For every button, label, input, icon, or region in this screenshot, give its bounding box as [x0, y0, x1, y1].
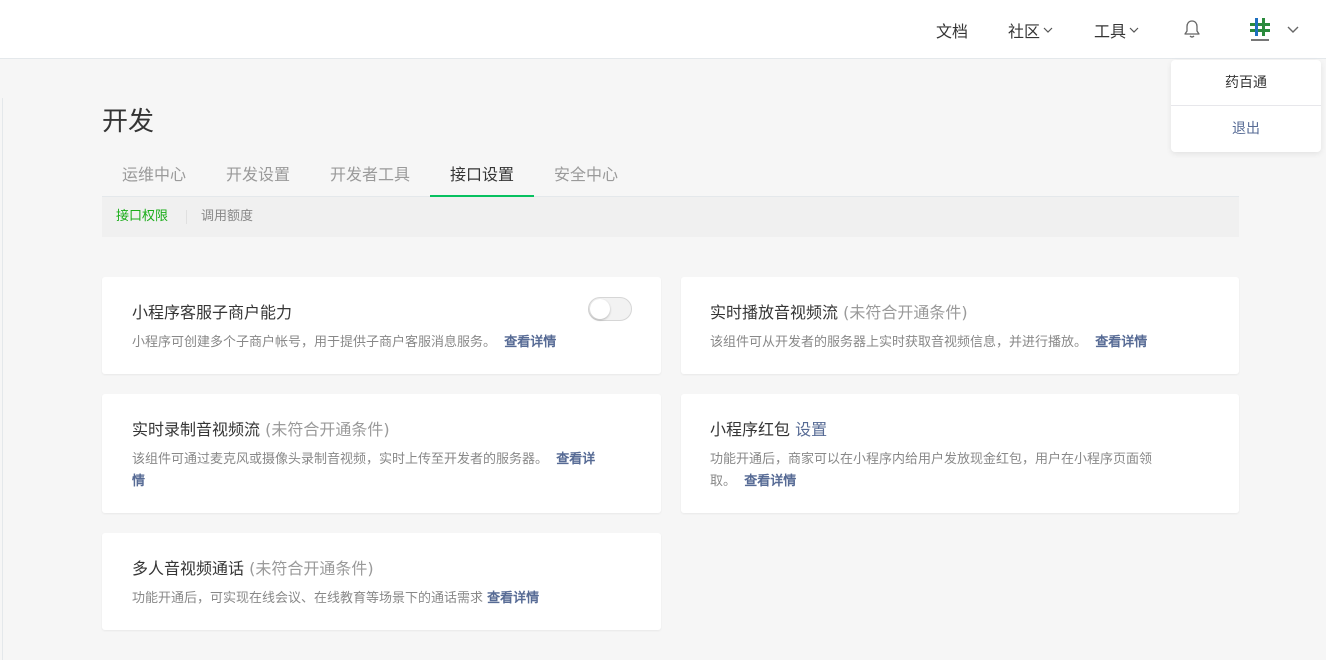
- card-title: 实时录制音视频流 (未符合开通条件): [132, 416, 390, 440]
- card-red-packet: 小程序红包 设置 功能开通后，商家可以在小程序内给用户发放现金红包，用户在小程序…: [681, 394, 1239, 513]
- view-details-link-wrap[interactable]: 情: [132, 474, 145, 489]
- card-title-text: 小程序客服子商户能力: [132, 303, 293, 322]
- tab-bar: 运维中心 开发设置 开发者工具 接口设置 安全中心: [102, 157, 1239, 197]
- card-desc-line: 该组件可通过麦克风或摄像头录制音视频，实时上传至开发者的服务器。 查看详: [132, 449, 595, 471]
- subtab-call-quota[interactable]: 调用额度: [201, 197, 253, 237]
- card-title-text: 小程序红包: [710, 420, 791, 439]
- card-desc-text: 取。: [710, 474, 737, 489]
- toggle-knob: [590, 299, 610, 319]
- card-desc-text: 该组件可通过麦克风或摄像头录制音视频，实时上传至开发者的服务器。: [132, 452, 549, 467]
- sidebar-divider: [2, 98, 3, 660]
- chevron-down-icon: [1129, 27, 1139, 33]
- logout-button[interactable]: 退出: [1171, 106, 1321, 152]
- card-live-play: 实时播放音视频流 (未符合开通条件) 该组件可从开发者的服务器上实时获取音视频信…: [681, 277, 1239, 374]
- card-description: 该组件可从开发者的服务器上实时获取音视频信息，并进行播放。 查看详情: [710, 332, 1147, 354]
- card-title: 多人音视频通话 (未符合开通条件): [132, 555, 374, 579]
- chevron-down-icon: [1043, 27, 1053, 33]
- status-label: (未符合开通条件): [249, 559, 374, 578]
- card-title-text: 实时播放音视频流: [710, 303, 839, 322]
- view-details-link[interactable]: 查看详情: [744, 474, 796, 489]
- page-title: 开发: [102, 107, 155, 137]
- card-desc-text: 该组件可从开发者的服务器上实时获取音视频信息，并进行播放。: [710, 335, 1088, 350]
- chevron-down-icon[interactable]: [1286, 22, 1300, 36]
- cs-merchant-toggle[interactable]: [588, 297, 632, 321]
- card-title-text: 多人音视频通话: [132, 559, 245, 578]
- nav-tools-label[interactable]: 工具: [1094, 18, 1126, 42]
- nav-docs[interactable]: 文档: [936, 0, 968, 59]
- nav-community-label[interactable]: 社区: [1008, 18, 1040, 42]
- card-desc-line: 情: [132, 471, 595, 493]
- status-label: (未符合开通条件): [265, 420, 390, 439]
- card-description: 功能开通后，可实现在线会议、在线教育等场景下的通话需求 查看详情: [132, 588, 539, 610]
- tab-dev-tools[interactable]: 开发者工具: [310, 157, 430, 197]
- view-details-link[interactable]: 查看详情: [504, 335, 556, 350]
- settings-link[interactable]: 设置: [795, 420, 827, 439]
- subtab-bar: 接口权限 调用额度: [102, 197, 1239, 237]
- tab-api-settings[interactable]: 接口设置: [430, 157, 534, 197]
- status-label: (未符合开通条件): [843, 303, 968, 322]
- card-description: 该组件可通过麦克风或摄像头录制音视频，实时上传至开发者的服务器。 查看详 情: [132, 449, 595, 493]
- card-title: 实时播放音视频流 (未符合开通条件): [710, 299, 968, 323]
- nav-tools[interactable]: 工具: [1094, 0, 1139, 59]
- account-menu: 药百通 退出: [1171, 60, 1321, 152]
- nav-docs-label[interactable]: 文档: [936, 18, 968, 42]
- app-logo[interactable]: [1248, 17, 1272, 43]
- card-desc-text: 功能开通后，可实现在线会议、在线教育等场景下的通话需求: [132, 591, 484, 606]
- subtab-divider: [186, 210, 187, 224]
- tab-security-center[interactable]: 安全中心: [534, 157, 638, 197]
- view-details-link[interactable]: 查看详情: [1095, 335, 1147, 350]
- card-description: 功能开通后，商家可以在小程序内给用户发放现金红包，用户在小程序页面领 取。 查看…: [710, 449, 1152, 493]
- nav-community[interactable]: 社区: [1008, 0, 1053, 59]
- card-title: 小程序红包 设置: [710, 416, 827, 440]
- view-details-link[interactable]: 查看详: [556, 452, 595, 467]
- card-cs-merchant: 小程序客服子商户能力 小程序可创建多个子商户帐号，用于提供子商户客服消息服务。 …: [102, 277, 661, 374]
- view-details-link[interactable]: 查看详情: [487, 591, 539, 606]
- subtab-api-permissions[interactable]: 接口权限: [116, 197, 168, 237]
- card-title: 小程序客服子商户能力: [132, 299, 292, 323]
- card-title-text: 实时录制音视频流: [132, 420, 261, 439]
- card-live-push: 实时录制音视频流 (未符合开通条件) 该组件可通过麦克风或摄像头录制音视频，实时…: [102, 394, 661, 513]
- card-desc-text: 小程序可创建多个子商户帐号，用于提供子商户客服消息服务。: [132, 335, 497, 350]
- tab-dev-settings[interactable]: 开发设置: [206, 157, 310, 197]
- account-name: 药百通: [1171, 60, 1321, 106]
- card-description: 小程序可创建多个子商户帐号，用于提供子商户客服消息服务。 查看详情: [132, 332, 556, 354]
- tab-ops-center[interactable]: 运维中心: [102, 157, 206, 197]
- card-desc-line: 取。 查看详情: [710, 471, 1152, 493]
- bell-icon[interactable]: [1181, 18, 1203, 40]
- card-multi-voip: 多人音视频通话 (未符合开通条件) 功能开通后，可实现在线会议、在线教育等场景下…: [102, 533, 661, 630]
- card-desc-line: 功能开通后，商家可以在小程序内给用户发放现金红包，用户在小程序页面领: [710, 452, 1153, 467]
- top-bar: 文档 社区 工具: [0, 0, 1326, 59]
